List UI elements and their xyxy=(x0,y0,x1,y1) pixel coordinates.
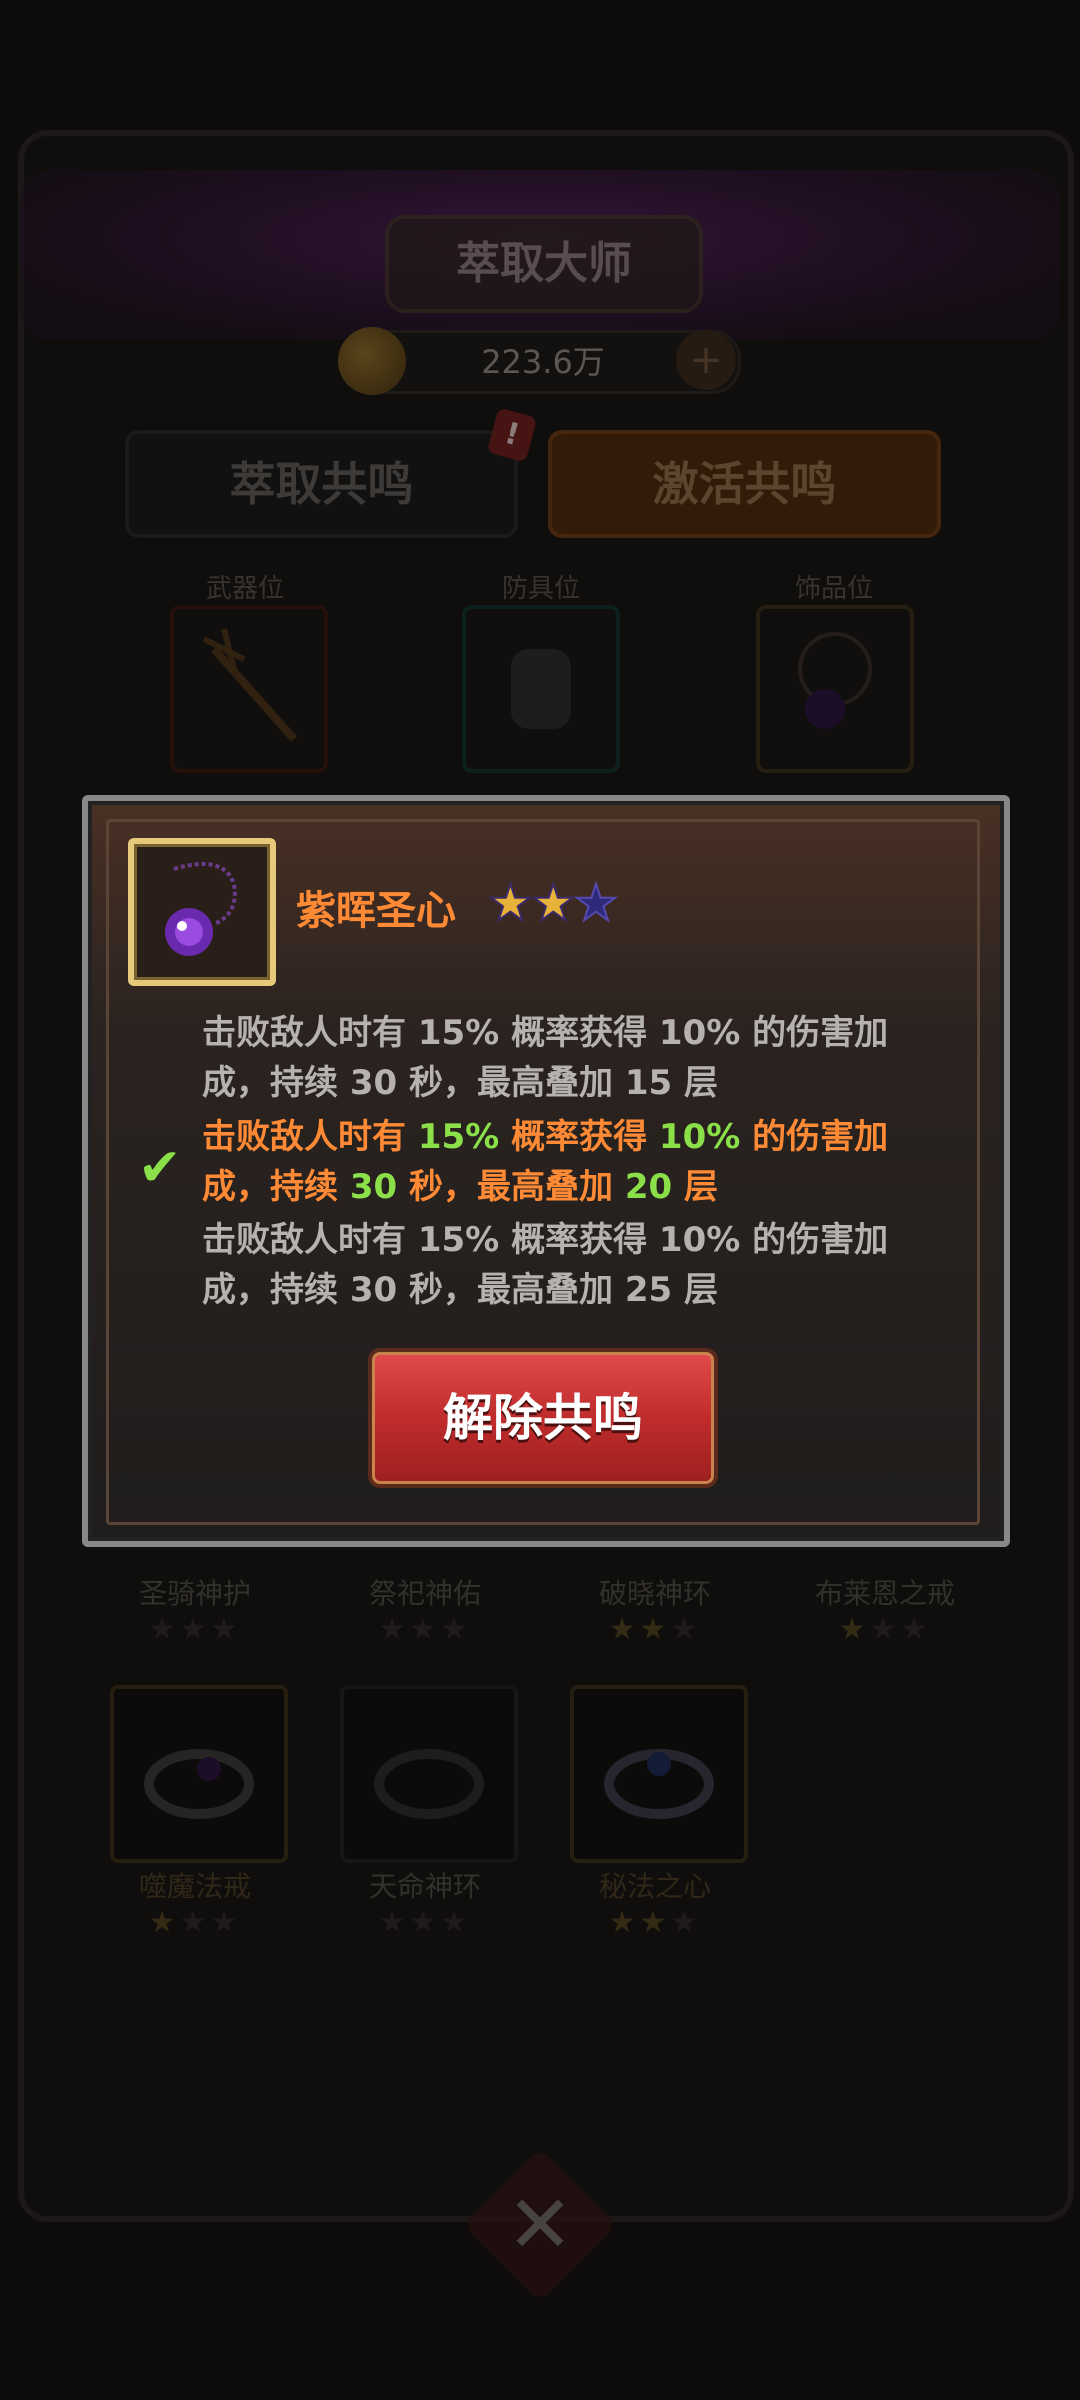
effect-line-2: 击败敌人时有 15% 概率获得 10% 的伤害加 成，持续 30 秒，最高叠加 … xyxy=(202,1220,889,1310)
star-empty-icon: ★ xyxy=(573,874,620,932)
item-star-rating: ★★★ xyxy=(487,874,620,932)
active-check-icon: ✔ xyxy=(138,1138,182,1198)
purple-heart-amulet-icon xyxy=(165,862,237,956)
remove-resonance-button[interactable]: 解除共鸣 xyxy=(368,1348,718,1488)
star-filled-icon: ★ xyxy=(487,874,534,932)
effect-line-1-active: 击败敌人时有 15% 概率获得 10% 的伤害加 成，持续 30 秒，最高叠加 … xyxy=(202,1117,889,1207)
star-filled-icon: ★ xyxy=(530,874,577,932)
effect-line-0: 击败敌人时有 15% 概率获得 10% 的伤害加 成，持续 30 秒，最高叠加 … xyxy=(202,1013,889,1103)
item-name: 紫晖圣心 xyxy=(296,888,456,934)
item-icon-frame xyxy=(128,838,276,986)
